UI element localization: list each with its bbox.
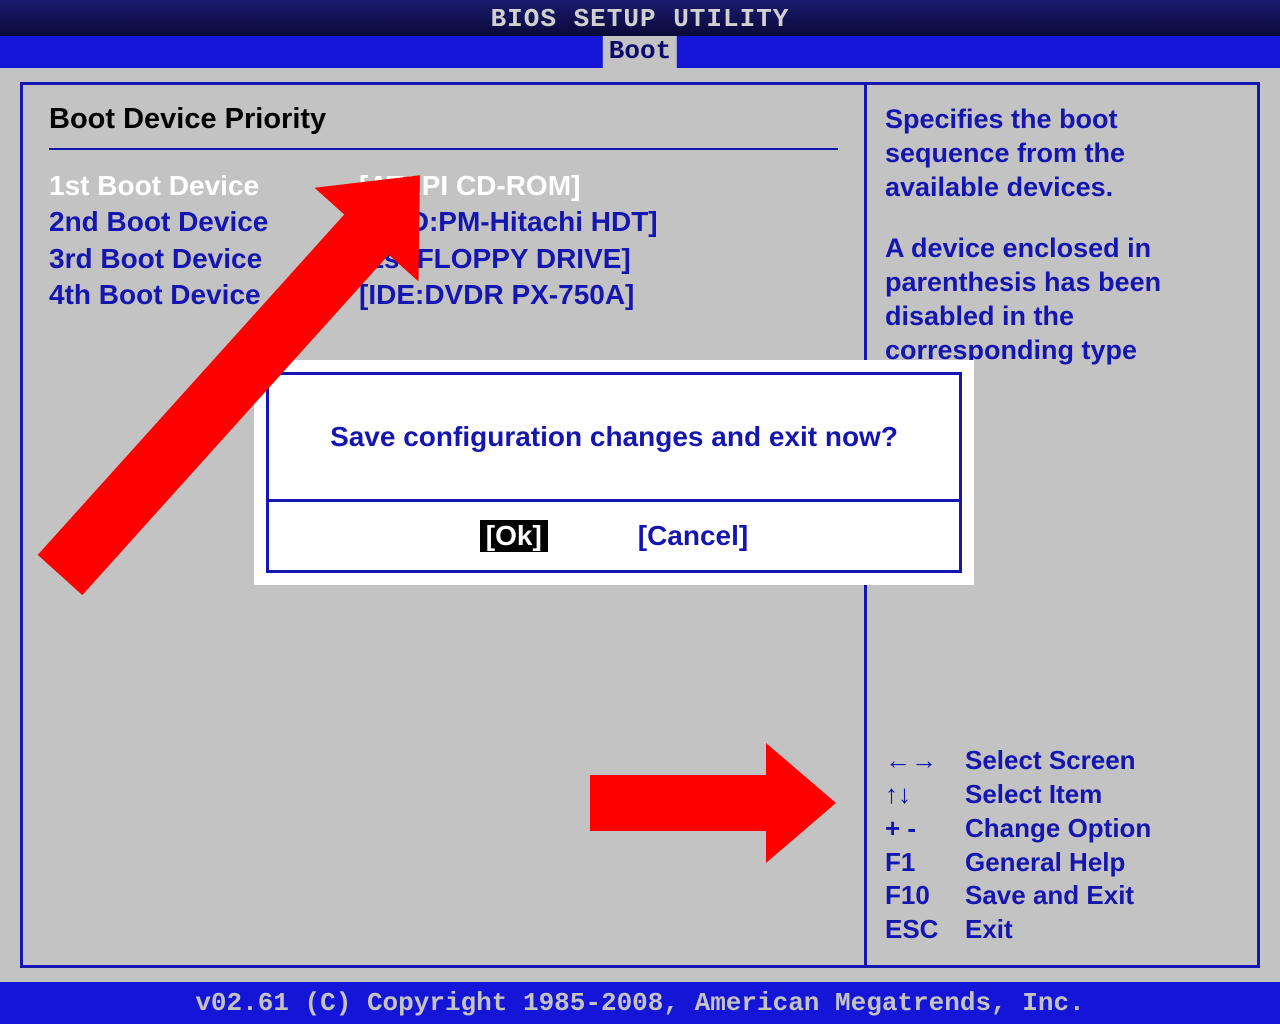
boot-device-row-4[interactable]: 4th Boot Device [IDE:DVDR PX-750A]	[49, 277, 838, 313]
key-f1: F1	[885, 846, 965, 880]
ok-button[interactable]: [Ok]	[480, 520, 548, 552]
boot-device-value: [IDE:DVDR PX-750A]	[359, 277, 634, 313]
legend-exit: ESC Exit	[885, 913, 1239, 947]
legend-label: Select Screen	[965, 744, 1136, 778]
legend-label: Select Item	[965, 778, 1102, 812]
legend-save-exit: F10 Save and Exit	[885, 879, 1239, 913]
section-title: Boot Device Priority	[49, 103, 838, 150]
cancel-button[interactable]: [Cancel]	[638, 520, 748, 552]
boot-device-label: 1st Boot Device	[49, 168, 359, 204]
key-arrows-ud-icon: ↑↓	[885, 778, 965, 812]
help-paragraph-1: Specifies the boot sequence from the ava…	[885, 103, 1239, 204]
key-plus-minus: + -	[885, 812, 965, 846]
key-arrows-lr-icon: ←→	[885, 744, 965, 778]
copyright-text: v02.61 (C) Copyright 1985-2008, American…	[195, 988, 1084, 1018]
app-title: BIOS SETUP UTILITY	[491, 4, 790, 34]
tab-bar: Boot	[0, 36, 1280, 68]
legend-label: Save and Exit	[965, 879, 1134, 913]
key-legend: ←→ Select Screen ↑↓ Select Item + - Chan…	[885, 744, 1239, 947]
legend-label: Change Option	[965, 812, 1151, 846]
key-esc: ESC	[885, 913, 965, 947]
help-paragraph-2: A device enclosed in parenthesis has bee…	[885, 232, 1239, 367]
legend-select-item: ↑↓ Select Item	[885, 778, 1239, 812]
bios-title-bar: BIOS SETUP UTILITY	[0, 0, 1280, 36]
dialog-button-row: [Ok] [Cancel]	[269, 502, 959, 570]
annotation-arrow-icon	[590, 775, 770, 831]
legend-general-help: F1 General Help	[885, 846, 1239, 880]
legend-select-screen: ←→ Select Screen	[885, 744, 1239, 778]
dialog-message: Save configuration changes and exit now?	[269, 375, 959, 502]
footer-bar: v02.61 (C) Copyright 1985-2008, American…	[0, 982, 1280, 1024]
legend-label: General Help	[965, 846, 1125, 880]
key-f10: F10	[885, 879, 965, 913]
help-text: Specifies the boot sequence from the ava…	[885, 103, 1239, 395]
legend-label: Exit	[965, 913, 1013, 947]
tab-boot[interactable]: Boot	[603, 36, 677, 68]
legend-change-option: + - Change Option	[885, 812, 1239, 846]
boot-device-label: 2nd Boot Device	[49, 204, 359, 240]
save-exit-dialog: Save configuration changes and exit now?…	[254, 360, 974, 585]
